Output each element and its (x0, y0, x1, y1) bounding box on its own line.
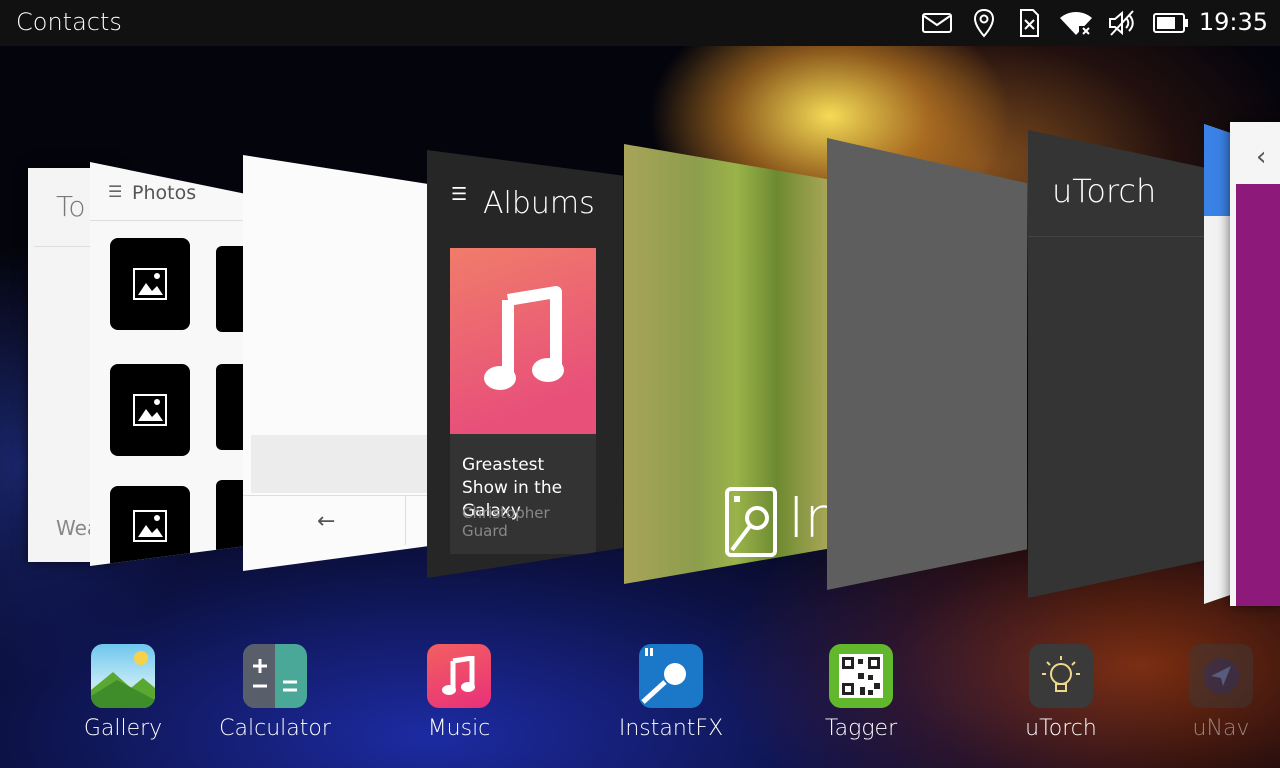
image-placeholder-icon (133, 268, 167, 300)
photos-header: Photos (132, 182, 197, 204)
divider (405, 495, 406, 545)
navigation-icon (1189, 644, 1253, 708)
albums-header: Albums (483, 186, 595, 221)
app-card-unav[interactable]: ‹ (1230, 122, 1280, 606)
app-card-settings[interactable] (1204, 124, 1232, 604)
battery-icon[interactable] (1152, 9, 1190, 37)
instantfx-splash-text: In (788, 486, 828, 551)
unav-map-area (1236, 184, 1280, 606)
music-note-icon (484, 286, 564, 390)
image-placeholder-icon (133, 510, 167, 542)
divider (243, 495, 429, 496)
dock-app-unav[interactable]: uNav (1162, 640, 1280, 741)
album-art[interactable] (450, 248, 596, 434)
todo-header: To (56, 190, 86, 223)
dock-app-label: uNav (1192, 716, 1250, 741)
dock-app-label: InstantFX (618, 716, 724, 741)
header-accent-bar (1204, 124, 1232, 216)
status-bar: Contacts 19:35 (0, 0, 1280, 46)
app-card-photos[interactable]: ☰ Photos (90, 162, 248, 566)
dock-app-label: Tagger (824, 716, 898, 741)
dock-app-label: Music (427, 716, 491, 741)
clock[interactable]: 19:35 (1199, 8, 1268, 36)
status-bar-title[interactable]: Contacts (16, 8, 122, 36)
wifi-icon[interactable] (1058, 9, 1094, 37)
dock-app-utorch[interactable]: uTorch (986, 640, 1136, 741)
dock-app-instantfx[interactable]: InstantFX (596, 640, 746, 741)
back-arrow-icon[interactable]: ← (317, 509, 335, 534)
instantfx-logo-icon (724, 486, 777, 557)
app-dock: Gallery Calculator Music InstantFX Tagge… (0, 640, 1280, 768)
dock-app-label: uTorch (1025, 716, 1097, 741)
dock-app-gallery[interactable]: Gallery (48, 640, 198, 741)
divider (90, 220, 248, 221)
app-card-blank[interactable]: ← (243, 155, 429, 571)
divider (1028, 236, 1204, 237)
dock-app-label: Gallery (83, 716, 163, 741)
app-card-utorch[interactable]: uTorch (1028, 130, 1204, 598)
menu-icon[interactable]: ☰ (108, 182, 122, 201)
photo-thumbnail[interactable] (110, 364, 190, 456)
dock-app-label: Calculator (219, 716, 331, 741)
location-icon[interactable] (972, 8, 996, 38)
calculator-icon (243, 644, 307, 708)
dock-app-music[interactable]: Music (384, 640, 534, 741)
lightbulb-icon (1029, 644, 1093, 708)
app-card-music[interactable]: ☰ Albums Greastest Show in the Galaxy Ch… (427, 150, 623, 578)
app-card-grey[interactable] (827, 138, 1027, 590)
qr-code-icon (829, 644, 893, 708)
dock-app-calculator[interactable]: Calculator (200, 640, 350, 741)
content-placeholder (251, 435, 429, 493)
music-icon (427, 644, 491, 708)
envelope-icon[interactable] (921, 9, 953, 37)
gallery-icon (91, 644, 155, 708)
volume-muted-icon[interactable] (1106, 9, 1138, 37)
sim-missing-icon[interactable] (1017, 9, 1041, 37)
app-card-instantfx[interactable]: In (624, 144, 828, 584)
instantfx-icon (639, 644, 703, 708)
photo-thumbnail[interactable] (110, 238, 190, 330)
chevron-left-icon[interactable]: ‹ (1256, 142, 1266, 172)
dock-app-tagger[interactable]: Tagger (786, 640, 936, 741)
image-placeholder-icon (133, 394, 167, 426)
menu-icon[interactable]: ☰ (451, 184, 467, 205)
album-artist: Christopher Guard (462, 504, 550, 540)
utorch-title: uTorch (1052, 172, 1157, 210)
photo-thumbnail[interactable] (110, 486, 190, 566)
